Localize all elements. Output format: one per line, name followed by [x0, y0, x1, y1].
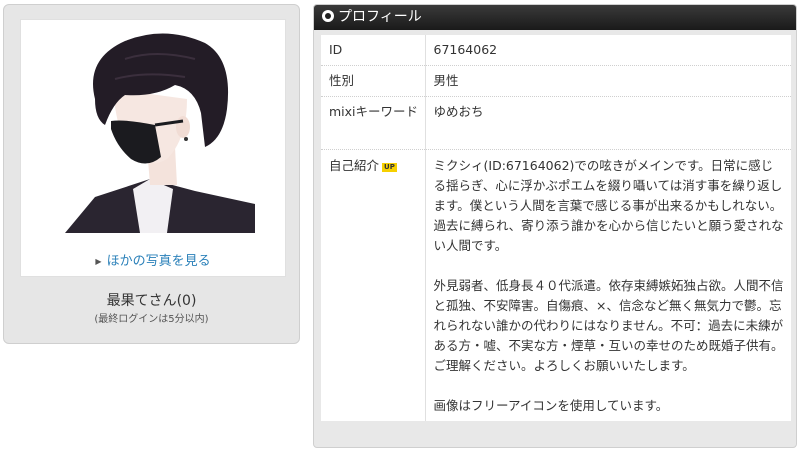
row-key-gender: 性別 — [321, 65, 426, 97]
last-login-status: (最終ログインは5分以内) — [94, 314, 209, 325]
table-row: 性別 男性 — [321, 65, 791, 97]
profile-photo-frame: ▶ ほかの写真を見る — [20, 19, 286, 277]
profile-table: ID 67164062 性別 男性 mixiキーワード ゆめおち 自己紹介 UP … — [321, 35, 791, 421]
profile-panel-header: プロフィール — [314, 5, 796, 30]
avatar-illustration — [55, 29, 255, 233]
user-name: 最果てさん(0) — [106, 293, 197, 309]
row-value-id: 67164062 — [425, 35, 791, 66]
table-row: ID 67164062 — [321, 35, 791, 66]
table-row: 自己紹介 UP ミクシィ(ID:67164062)での呟きがメインです。日常に感じ… — [321, 149, 791, 421]
more-photos-link[interactable]: ▶ ほかの写真を見る — [21, 250, 285, 269]
profile-panel-title: プロフィール — [338, 9, 422, 25]
up-badge: UP — [382, 163, 397, 172]
row-key-mixi-keyword: mixiキーワード — [321, 96, 426, 150]
row-value-mixi-keyword[interactable]: ゆめおち — [425, 96, 791, 150]
triangle-right-icon: ▶ — [95, 257, 102, 266]
more-photos-label: ほかの写真を見る — [106, 254, 211, 269]
avatar[interactable] — [55, 29, 255, 233]
table-row: mixiキーワード ゆめおち — [321, 96, 791, 150]
row-value-self-intro: ミクシィ(ID:67164062)での呟きがメインです。日常に感じる揺らぎ、心に… — [433, 158, 784, 413]
self-intro-label: 自己紹介 — [329, 158, 380, 173]
row-key-id: ID — [321, 35, 426, 66]
profile-card: ▶ ほかの写真を見る 最果てさん(0) (最終ログインは5分以内) — [3, 4, 300, 344]
profile-panel: プロフィール ID 67164062 性別 男性 mixiキーワード ゆめおち … — [313, 4, 797, 448]
row-value-gender: 男性 — [425, 65, 791, 97]
row-key-self-intro: 自己紹介 UP — [321, 149, 426, 421]
circle-bullet-icon — [322, 10, 334, 22]
